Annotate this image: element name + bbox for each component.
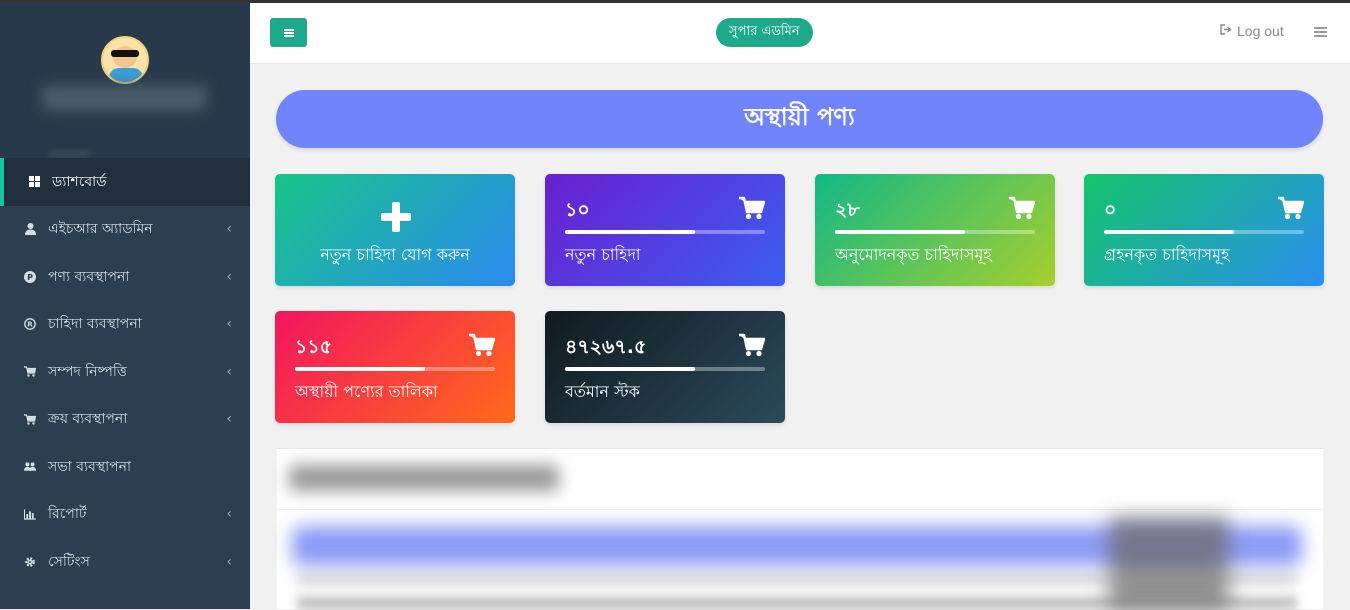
- sidebar-item-label: পণ্য ব্যবস্থাপনা: [48, 268, 130, 285]
- users-icon: [24, 461, 36, 473]
- sidebar-item-hr-admin[interactable]: এইচআর অ্যাডমিন ‹: [0, 206, 250, 254]
- blurred-table-panel: [277, 448, 1323, 610]
- new-demand-card[interactable]: ১০ নতুন চাহিদা: [545, 174, 785, 286]
- sidebar-item-label: ক্রয় ব্যবস্থাপনা: [48, 411, 128, 428]
- plus-icon: [381, 202, 411, 232]
- sidebar-item-label: এইচআর অ্যাডমিন: [48, 221, 153, 238]
- blurred-panel-title: [289, 465, 559, 491]
- card-value: ২৮: [835, 199, 860, 221]
- approved-demands-card[interactable]: ২৮ অনুমোদনকৃত চাহিদাসমূহ: [815, 174, 1055, 286]
- sidebar-item-label: সভা ব্যবস্থাপনা: [48, 458, 132, 475]
- blurred-table-row: [297, 597, 1297, 609]
- cart-icon: [24, 366, 36, 378]
- card-label: নতুন চাহিদা: [565, 245, 641, 264]
- accepted-demands-card[interactable]: ০ গ্রহনকৃত চাহিদাসমূহ: [1084, 174, 1324, 286]
- bar-chart-icon: [24, 508, 36, 520]
- temporary-products-list-card[interactable]: ১১৫ অস্থায়ী পণ্যের তালিকা: [275, 311, 515, 423]
- sidebar: ড্যাশবোর্ড এইচআর অ্যাডমিন ‹ P পণ্য ব্যবস…: [0, 3, 250, 609]
- cart-icon: [739, 196, 765, 220]
- sidebar-item-label: ড্যাশবোর্ড: [52, 173, 107, 190]
- role-badge: সুপার এডমিন: [716, 18, 813, 47]
- card-label: গ্রহনকৃত চাহিদাসমূহ: [1104, 245, 1230, 264]
- sidebar-item-label: সেটিংস: [48, 553, 90, 570]
- current-stock-card[interactable]: ৪৭২৬৭.৫ বর্তমান স্টক: [545, 311, 785, 423]
- sidebar-item-asset-disposal[interactable]: সম্পদ নিষ্পত্তি ‹: [0, 348, 250, 396]
- progress-bar: [1104, 230, 1304, 234]
- card-label: অনুমোদনকৃত চাহিদাসমূহ: [835, 245, 992, 264]
- cart-icon: [1278, 196, 1304, 220]
- chevron-left-icon: ‹: [226, 411, 232, 428]
- avatar[interactable]: [101, 36, 149, 84]
- progress-bar: [565, 230, 765, 234]
- chevron-left-icon: ‹: [226, 363, 232, 380]
- sidebar-toggle-button[interactable]: [270, 18, 307, 47]
- sidebar-item-meeting-management[interactable]: সভা ব্যবস্থাপনা: [0, 443, 250, 491]
- svg-text:P: P: [27, 273, 33, 282]
- sidebar-menu: ড্যাশবোর্ড এইচআর অ্যাডমিন ‹ P পণ্য ব্যবস…: [0, 158, 250, 586]
- cart-icon: [739, 333, 765, 357]
- card-value: ৪৭২৬৭.৫: [565, 336, 647, 358]
- card-value: ০: [1104, 199, 1117, 221]
- add-demand-card[interactable]: নতুন চাহিদা যোগ করুন: [275, 174, 515, 286]
- sidebar-item-dashboard[interactable]: ড্যাশবোর্ড: [0, 158, 250, 206]
- card-label: নতুন চাহিদা যোগ করুন: [320, 245, 470, 264]
- sidebar-item-label: রিপোর্ট: [48, 506, 87, 523]
- blurred-user-subtitle: [50, 151, 90, 157]
- grid-icon: [28, 176, 40, 188]
- sidebar-item-purchase-management[interactable]: ক্রয় ব্যবস্থাপনা ‹: [0, 396, 250, 444]
- gear-icon: [24, 556, 36, 568]
- chevron-left-icon: ‹: [226, 553, 232, 570]
- sidebar-item-label: সম্পদ নিষ্পত্তি: [48, 363, 127, 380]
- user-profile: [0, 3, 250, 158]
- divider: [277, 509, 1323, 510]
- card-label: বর্তমান স্টক: [565, 382, 640, 401]
- card-value: ১০: [565, 199, 590, 221]
- registered-icon: R: [24, 318, 36, 331]
- chevron-left-icon: ‹: [226, 316, 232, 333]
- sign-out-icon: [1220, 24, 1232, 38]
- top-header: সুপার এডমিন Log out: [250, 3, 1350, 64]
- sidebar-item-demand-management[interactable]: R চাহিদা ব্যবস্থাপনা ‹: [0, 301, 250, 349]
- p-circle-icon: P: [24, 270, 36, 283]
- sidebar-item-report[interactable]: রিপোর্ট ‹: [0, 491, 250, 539]
- svg-text:R: R: [27, 321, 33, 329]
- cart-icon: [1009, 196, 1035, 220]
- progress-bar: [565, 367, 765, 371]
- blurred-table-row: [297, 573, 1297, 585]
- progress-bar: [295, 367, 495, 371]
- user-icon: [24, 223, 36, 236]
- card-label: অস্থায়ী পণ্যের তালিকা: [295, 382, 438, 401]
- card-value: ১১৫: [295, 336, 332, 358]
- chevron-left-icon: ‹: [226, 268, 232, 285]
- chevron-left-icon: ‹: [226, 221, 232, 238]
- list-menu-icon[interactable]: [1314, 27, 1327, 38]
- hamburger-icon: [283, 31, 294, 34]
- chevron-left-icon: ‹: [226, 506, 232, 523]
- blurred-user-name: [42, 85, 207, 111]
- sidebar-item-label: চাহিদা ব্যবস্থাপনা: [48, 316, 142, 333]
- sidebar-item-settings[interactable]: সেটিংস ‹: [0, 538, 250, 586]
- page-title: অস্থায়ী পণ্য: [276, 90, 1323, 148]
- logout-link[interactable]: Log out: [1220, 23, 1284, 39]
- logout-label: Log out: [1237, 23, 1284, 39]
- cart-icon: [469, 333, 495, 357]
- progress-bar: [835, 230, 1035, 234]
- sidebar-item-product-management[interactable]: P পণ্য ব্যবস্থাপনা ‹: [0, 253, 250, 301]
- cart-icon: [24, 413, 36, 425]
